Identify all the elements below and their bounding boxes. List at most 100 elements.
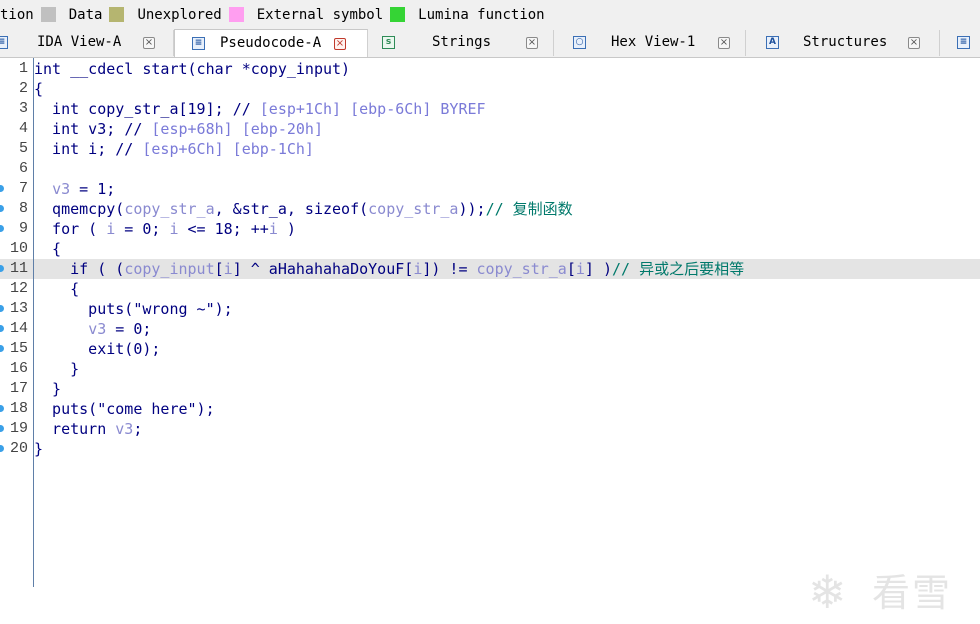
legend-item-external: External symbol (257, 7, 411, 23)
close-icon[interactable]: × (334, 38, 346, 50)
legend-swatch-unexplored (109, 7, 125, 22)
legend-item-data: Data (69, 7, 131, 23)
legend-swatch-lumina (390, 7, 406, 22)
line-number: 10 (9, 240, 28, 257)
line-number: 2 (18, 80, 28, 97)
gutter-divider (33, 58, 34, 587)
line-number: 1 (18, 60, 28, 77)
code-text[interactable]: puts("wrong ~"); (34, 299, 233, 319)
line-number: 4 (18, 120, 28, 137)
code-text[interactable]: { (34, 79, 43, 99)
code-line[interactable]: 9 for ( i = 0; i <= 18; ++i ) (0, 219, 980, 239)
pseudocode-editor[interactable]: 1 int __cdecl start(char *copy_input) 2{3 … (0, 58, 980, 618)
close-icon[interactable]: × (526, 37, 538, 49)
code-line[interactable]: 19 return v3; (0, 419, 980, 439)
tab-label: Strings (432, 34, 492, 50)
legend-item-function: tion (0, 7, 62, 23)
close-icon[interactable]: × (143, 37, 155, 49)
ida-view-icon: ≡ (0, 36, 8, 49)
legend-label-data: Data (68, 6, 103, 23)
code-text[interactable]: puts("come here"); (34, 399, 215, 419)
legend-item-unexplored: Unexplored (137, 7, 249, 23)
line-number: 11 (9, 260, 28, 277)
structures-icon: A (766, 36, 779, 49)
code-text[interactable]: } (34, 439, 43, 459)
line-number: 14 (9, 320, 28, 337)
line-number: 9 (18, 220, 28, 237)
code-line[interactable]: 15 exit(0); (0, 339, 980, 359)
code-text[interactable]: { (34, 239, 61, 259)
line-number: 16 (9, 360, 28, 377)
code-text[interactable]: } (34, 379, 61, 399)
code-line[interactable]: 2{ (0, 79, 980, 99)
code-text[interactable]: for ( i = 0; i <= 18; ++i ) (34, 219, 296, 239)
code-line[interactable]: 17 } (0, 379, 980, 399)
code-text[interactable]: { (34, 279, 79, 299)
legend-label-lumina: Lumina function (418, 6, 545, 23)
legend-swatch-external (228, 7, 244, 22)
line-number: 12 (9, 280, 28, 297)
close-icon[interactable]: × (718, 37, 730, 49)
line-number: 19 (9, 420, 28, 437)
legend-bar: tion Data Unexplored External symbol Lum… (0, 0, 980, 30)
legend-label-external: External symbol (256, 6, 384, 23)
code-text[interactable]: if ( (copy_input[i] ^ aHahahahaDoYouF[i]… (34, 259, 744, 279)
code-text[interactable]: v3 = 0; (34, 319, 151, 339)
code-line[interactable]: 8 qmemcpy(copy_str_a, &str_a, sizeof(cop… (0, 199, 980, 219)
watermark: ❄ 看雪 (808, 564, 968, 624)
code-line[interactable]: 3 int copy_str_a[19]; // [esp+1Ch] [ebp-… (0, 99, 980, 119)
code-text[interactable]: int v3; // [esp+68h] [ebp-20h] (34, 119, 323, 139)
code-line[interactable]: 4 int v3; // [esp+68h] [ebp-20h] (0, 119, 980, 139)
code-line[interactable]: 11 if ( (copy_input[i] ^ aHahahahaDoYouF… (0, 259, 980, 279)
legend-swatch-data (40, 7, 56, 22)
tab-label: IDA View-A (37, 34, 122, 50)
code-line[interactable]: 1 int __cdecl start(char *copy_input) (0, 59, 980, 79)
code-text[interactable]: int __cdecl start(char *copy_input) (34, 59, 350, 79)
line-number: 20 (9, 440, 28, 457)
line-number: 3 (18, 100, 28, 117)
line-number: 6 (18, 160, 28, 177)
line-number: 13 (9, 300, 28, 317)
watermark-text: 看雪 (872, 571, 953, 615)
legend-label-function: tion (0, 6, 34, 23)
code-text[interactable]: int i; // [esp+6Ch] [ebp-1Ch] (34, 139, 314, 159)
tab-ida-view-a[interactable]: ≡ IDA View-A × (0, 30, 174, 56)
code-line[interactable]: 13 puts("wrong ~"); (0, 299, 980, 319)
line-number: 7 (18, 180, 28, 197)
line-number: 18 (9, 400, 28, 417)
line-number: 5 (18, 140, 28, 157)
code-line[interactable]: 10 { (0, 239, 980, 259)
code-text[interactable]: } (34, 359, 79, 379)
code-text[interactable]: qmemcpy(copy_str_a, &str_a, sizeof(copy_… (34, 199, 573, 219)
code-text[interactable]: v3 = 1; (34, 179, 115, 199)
code-text[interactable]: return v3; (34, 419, 142, 439)
code-line[interactable]: 5 int i; // [esp+6Ch] [ebp-1Ch] (0, 139, 980, 159)
line-number: 8 (18, 200, 28, 217)
snowflake-logo-icon: ❄ (808, 565, 847, 619)
code-line[interactable]: 14 v3 = 0; (0, 319, 980, 339)
tab-label: Structures (803, 34, 888, 50)
code-text[interactable]: int copy_str_a[19]; // [esp+1Ch] [ebp-6C… (34, 99, 486, 119)
hex-view-icon: ○ (573, 36, 586, 49)
code-line[interactable]: 6 (0, 159, 980, 179)
tab-hex-view-1[interactable]: ○ Hex View-1 × (554, 30, 746, 56)
line-number: 17 (9, 380, 28, 397)
tab-label: Pseudocode-A (220, 35, 322, 51)
tab-overflow[interactable]: ≡ (940, 30, 980, 56)
enums-icon: ≡ (957, 36, 970, 49)
pseudocode-icon: ≡ (192, 37, 205, 50)
tab-bar: ≡ IDA View-A × ≡ Pseudocode-A × s String… (0, 29, 980, 58)
legend-item-lumina: Lumina function (418, 7, 544, 23)
tab-pseudocode-a[interactable]: ≡ Pseudocode-A × (174, 29, 368, 57)
line-number: 15 (9, 340, 28, 357)
legend-label-unexplored: Unexplored (137, 6, 222, 23)
code-line[interactable]: 16 } (0, 359, 980, 379)
close-icon[interactable]: × (908, 37, 920, 49)
code-line[interactable]: 12 { (0, 279, 980, 299)
code-line[interactable]: 7 v3 = 1; (0, 179, 980, 199)
code-text[interactable]: exit(0); (34, 339, 160, 359)
tab-strings[interactable]: s Strings × (368, 30, 554, 56)
code-line[interactable]: 20} (0, 439, 980, 459)
tab-structures[interactable]: A Structures × (746, 30, 940, 56)
code-line[interactable]: 18 puts("come here"); (0, 399, 980, 419)
